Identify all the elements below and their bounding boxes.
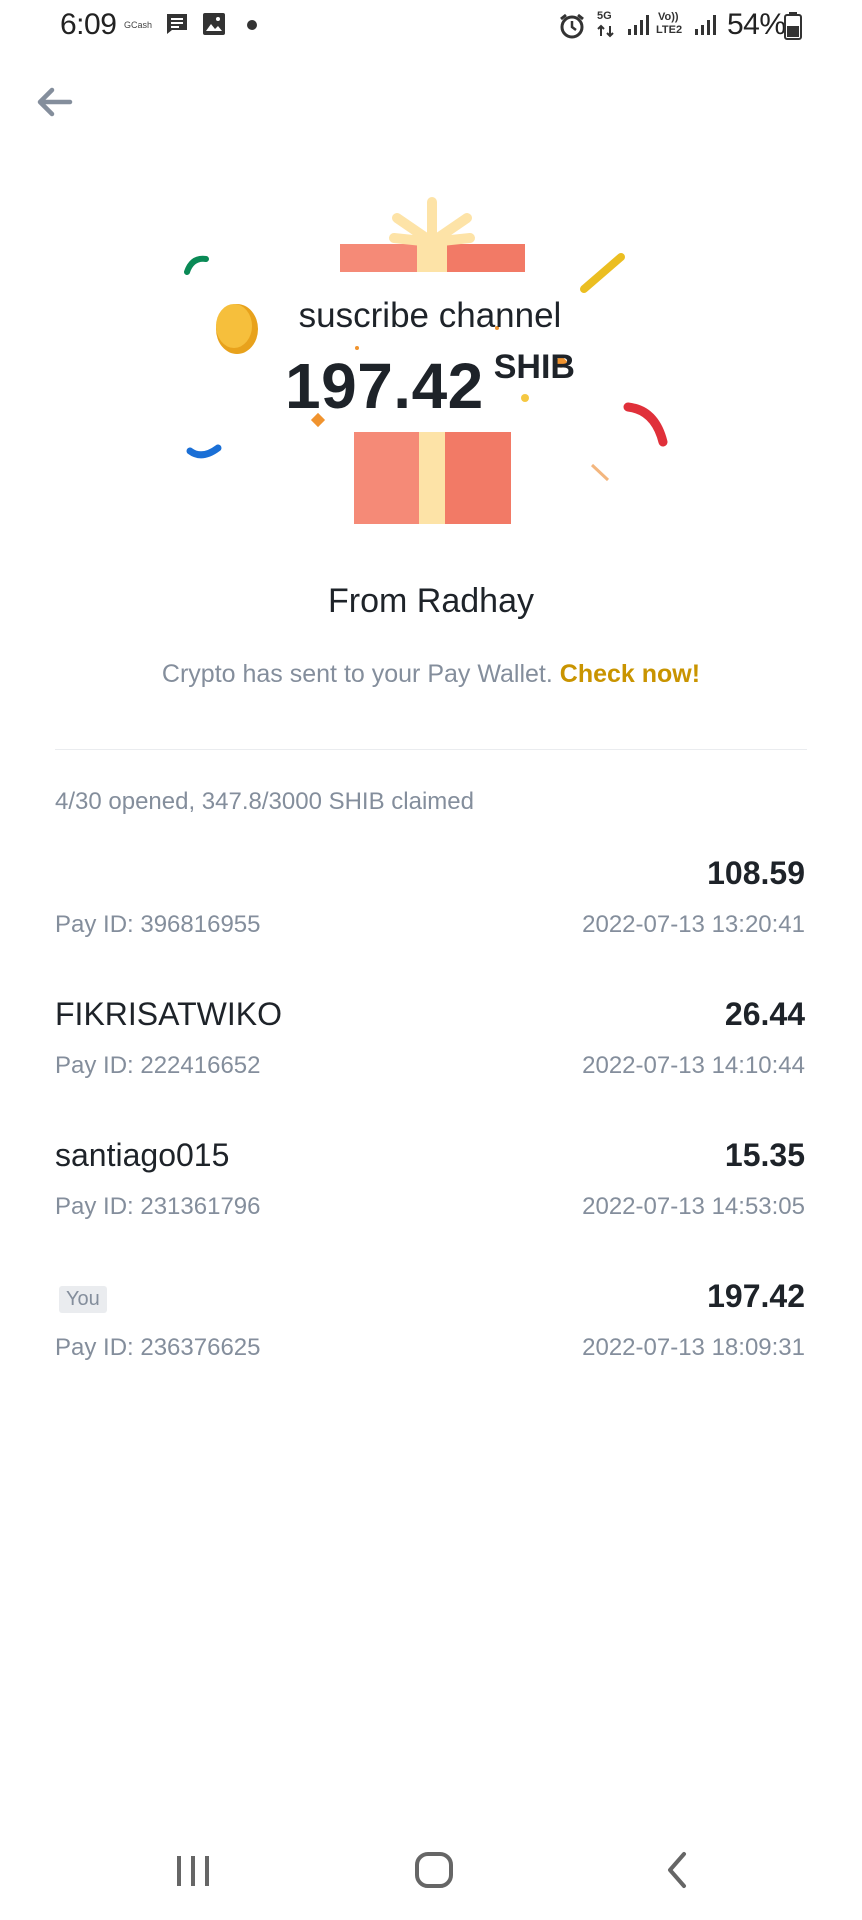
sent-message: Crypto has sent to your Pay Wallet. [161,660,553,688]
signal-icon [627,14,649,41]
claim-time: 2022-07-13 13:20:41 [582,911,805,938]
claim-pay-id: Pay ID: 236376625 [55,1334,261,1361]
back-button[interactable] [30,78,90,126]
divider [55,749,807,750]
claim-time: 2022-07-13 18:09:31 [582,1334,805,1361]
home-icon [394,1852,474,1902]
claimer-name: santiago015 [55,1137,230,1173]
claim-pay-id: Pay ID: 222416652 [55,1052,261,1079]
recent-apps-icon [153,1856,233,1902]
notification-dot [247,20,257,30]
claim-time: 2022-07-13 14:10:44 [582,1052,805,1079]
gift-amount: 197.42 [285,350,484,422]
claim-amount: 108.59 [707,855,805,891]
screen: 6:09 GCash 5G Vo)) LTE2 54% suscribe cha… [0,0,862,1920]
alarm-icon [558,12,586,45]
claim-amount: 197.42 [707,1278,805,1314]
claims-list: 108.59 Pay ID: 396816955 2022-07-13 13:2… [55,855,807,1419]
lte-label: LTE2 [656,24,683,36]
chevron-left-icon [636,1852,716,1902]
volte-label: Vo)) [658,11,679,23]
claim-amount: 15.35 [724,1137,805,1173]
claim-row: You 197.42 Pay ID: 236376625 2022-07-13 … [55,1278,807,1419]
recent-apps-button[interactable] [153,1838,233,1898]
status-time: 6:09 [60,8,117,41]
claim-row: santiago015 15.35 Pay ID: 231361796 2022… [55,1137,807,1278]
network-5g-label: 5G [597,10,612,22]
battery-percent: 54% [727,8,786,41]
data-arrows-icon [597,24,615,43]
check-now-link[interactable]: Check now! [560,660,700,688]
sent-message-row: Crypto has sent to your Pay Wallet. Chec… [0,660,862,689]
message-icon [165,12,189,41]
claim-amount: 26.44 [724,996,805,1032]
gallery-icon [202,12,226,41]
gcash-notification-icon: GCash [124,20,153,30]
claim-time: 2022-07-13 14:53:05 [582,1193,805,1220]
you-badge: You [59,1286,107,1313]
sender-label: From Radhay [328,582,534,620]
gift-amount-row: 197.42 SHIB [150,348,710,423]
gift-card: suscribe channel 197.42 SHIB [150,180,710,530]
home-button[interactable] [394,1838,474,1898]
system-back-button[interactable] [636,1838,716,1898]
system-nav-bar [0,1830,862,1920]
signal-icon [694,14,716,41]
claim-pay-id: Pay ID: 396816955 [55,911,261,938]
status-bar: 6:09 GCash 5G Vo)) LTE2 54% [0,0,862,52]
claim-summary: 4/30 opened, 347.8/3000 SHIB claimed [55,788,474,815]
claimer-name: FIKRISATWIKO [55,996,282,1032]
gift-unit: SHIB [493,348,575,386]
battery-icon [784,12,802,45]
claim-row: 108.59 Pay ID: 396816955 2022-07-13 13:2… [55,855,807,996]
arrow-left-icon [30,87,78,130]
claim-pay-id: Pay ID: 231361796 [55,1193,261,1220]
claim-row: FIKRISATWIKO 26.44 Pay ID: 222416652 202… [55,996,807,1137]
gift-title: suscribe channel [298,296,562,335]
